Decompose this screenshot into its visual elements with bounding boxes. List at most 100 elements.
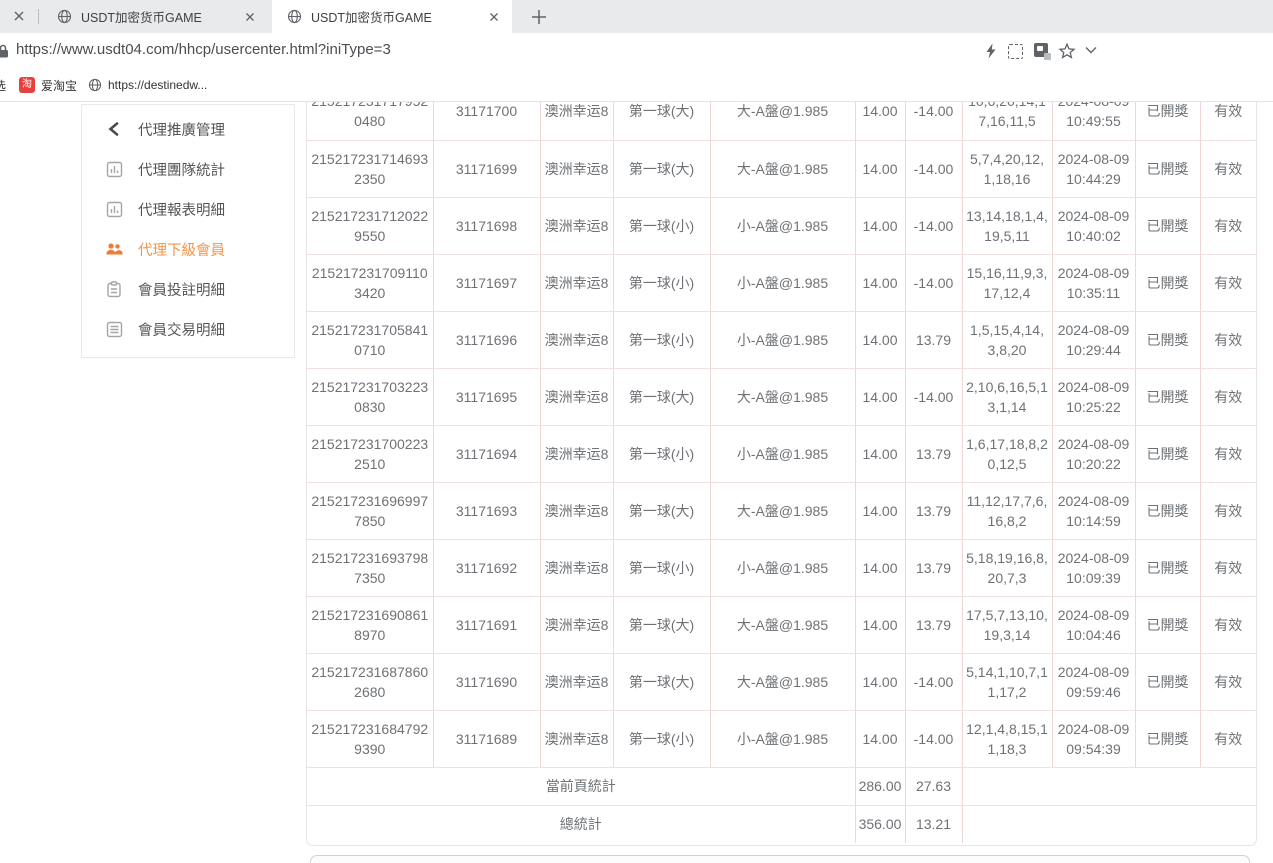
favorite-star-icon[interactable] bbox=[1058, 42, 1076, 60]
sidebar-item-transaction-detail[interactable]: 會員交易明細 bbox=[82, 309, 294, 349]
cell-result: 11,12,17,7,6,16,8,2 bbox=[962, 482, 1052, 539]
cell-winloss: 13.79 bbox=[905, 311, 962, 368]
cell-period: 31171695 bbox=[433, 368, 540, 425]
cell-result: 13,14,18,1,4,19,5,11 bbox=[962, 197, 1052, 254]
bookmark-label: 选 bbox=[0, 77, 6, 94]
tab-usdt-game-1[interactable]: USDT加密货币GAME bbox=[42, 0, 268, 33]
table-row: 215217231693798735031171692澳洲幸运8第一球(小)小-… bbox=[307, 539, 1256, 596]
cell-play: 第一球(小) bbox=[613, 425, 710, 482]
sidebar-item-bet-detail[interactable]: 會員投註明細 bbox=[82, 269, 294, 309]
cell-valid: 有效 bbox=[1200, 425, 1256, 482]
browser-window: USDT加密货币GAME USDT加密货币GAME https://www.us bbox=[0, 0, 1273, 863]
cell-time: 2024-08-09 10:29:44 bbox=[1052, 311, 1135, 368]
cell-bet: 大-A盤@1.985 bbox=[710, 140, 855, 197]
translate-icon[interactable] bbox=[1034, 43, 1048, 57]
cell-result: 15,16,11,9,3,17,12,4 bbox=[962, 254, 1052, 311]
cell-result: 1,5,15,4,14,3,8,20 bbox=[962, 311, 1052, 368]
cell-game: 澳洲幸运8 bbox=[540, 539, 613, 596]
list-icon bbox=[105, 320, 123, 338]
cell-order: 2152172316878602680 bbox=[307, 653, 433, 710]
cell-order: 2152172317091103420 bbox=[307, 254, 433, 311]
table-row: 215217231705841071031171696澳洲幸运8第一球(小)小-… bbox=[307, 311, 1256, 368]
cell-bet: 大-A盤@1.985 bbox=[710, 653, 855, 710]
cell-game: 澳洲幸运8 bbox=[540, 653, 613, 710]
cell-bet: 小-A盤@1.985 bbox=[710, 710, 855, 767]
cell-game: 澳洲幸运8 bbox=[540, 254, 613, 311]
cell-play: 第一球(大) bbox=[613, 596, 710, 653]
capture-icon[interactable] bbox=[1008, 44, 1023, 59]
bookmark-xuan[interactable]: 选 bbox=[0, 69, 6, 101]
cell-result: 12,1,4,8,15,11,18,3 bbox=[962, 710, 1052, 767]
cell-game: 澳洲幸运8 bbox=[540, 596, 613, 653]
sidebar-item-label: 會員交易明細 bbox=[138, 319, 225, 340]
cell-time: 2024-08-09 10:25:22 bbox=[1052, 368, 1135, 425]
cell-result: 5,18,19,16,8,20,7,3 bbox=[962, 539, 1052, 596]
close-tab-icon[interactable] bbox=[486, 9, 502, 25]
sidebar-item-label: 會員投註明細 bbox=[138, 279, 225, 300]
cell-amount: 14.00 bbox=[855, 425, 905, 482]
url-field[interactable]: https://www.usdt04.com/hhcp/usercenter.h… bbox=[16, 41, 391, 58]
cell-bet: 小-A盤@1.985 bbox=[710, 539, 855, 596]
summary-winloss: 27.63 bbox=[905, 767, 962, 805]
cell-time: 2024-08-09 09:54:39 bbox=[1052, 710, 1135, 767]
cell-bet: 大-A盤@1.985 bbox=[710, 368, 855, 425]
cell-order: 2152172317058410710 bbox=[307, 311, 433, 368]
cell-winloss: -14.00 bbox=[905, 102, 962, 140]
bookmark-destined[interactable]: https://destinedw... bbox=[88, 69, 207, 101]
bookmark-aitaobao[interactable]: 淘 爱淘宝 bbox=[19, 69, 77, 101]
globe-icon bbox=[287, 9, 302, 24]
cell-status: 已開獎 bbox=[1135, 539, 1200, 596]
cell-game: 澳洲幸运8 bbox=[540, 710, 613, 767]
cell-status: 已開獎 bbox=[1135, 254, 1200, 311]
chevron-down-icon[interactable] bbox=[1084, 45, 1102, 63]
cell-winloss: 13.79 bbox=[905, 425, 962, 482]
cell-amount: 14.00 bbox=[855, 710, 905, 767]
close-tab-icon[interactable] bbox=[10, 7, 28, 25]
bar-chart-icon bbox=[105, 200, 123, 218]
tab-usdt-game-2-active[interactable]: USDT加密货币GAME bbox=[272, 0, 512, 33]
lock-icon bbox=[0, 43, 10, 59]
cell-valid: 有效 bbox=[1200, 596, 1256, 653]
cell-order: 2152172316969977850 bbox=[307, 482, 433, 539]
cell-valid: 有效 bbox=[1200, 653, 1256, 710]
cell-result: 17,5,7,13,10,19,3,14 bbox=[962, 596, 1052, 653]
table-row: 215217231714693235031171699澳洲幸运8第一球(大)大-… bbox=[307, 140, 1256, 197]
cell-status: 已開獎 bbox=[1135, 140, 1200, 197]
taobao-icon: 淘 bbox=[19, 77, 35, 93]
users-icon bbox=[105, 240, 123, 258]
cell-period: 31171699 bbox=[433, 140, 540, 197]
cell-period: 31171696 bbox=[433, 311, 540, 368]
sidebar-item-agent-promotion[interactable]: 代理推廣管理 bbox=[82, 109, 294, 149]
cell-bet: 小-A盤@1.985 bbox=[710, 254, 855, 311]
pagination-bar bbox=[310, 855, 1250, 863]
cell-play: 第一球(大) bbox=[613, 140, 710, 197]
cell-play: 第一球(大) bbox=[613, 653, 710, 710]
sidebar-item-sub-members[interactable]: 代理下級會員 bbox=[82, 229, 294, 269]
cell-amount: 14.00 bbox=[855, 102, 905, 140]
cell-time: 2024-08-09 10:09:39 bbox=[1052, 539, 1135, 596]
cell-play: 第一球(大) bbox=[613, 368, 710, 425]
close-tab-icon[interactable] bbox=[242, 9, 258, 25]
cell-valid: 有效 bbox=[1200, 197, 1256, 254]
cell-winloss: -14.00 bbox=[905, 140, 962, 197]
cell-time: 2024-08-09 09:59:46 bbox=[1052, 653, 1135, 710]
cell-valid: 有效 bbox=[1200, 102, 1256, 140]
sidebar-item-report-detail[interactable]: 代理報表明細 bbox=[82, 189, 294, 229]
cell-status: 已開獎 bbox=[1135, 596, 1200, 653]
globe-icon bbox=[57, 9, 72, 24]
bookmark-label: 爱淘宝 bbox=[41, 77, 77, 94]
bet-records-table: 215217231717952048031171700澳洲幸运8第一球(大)大-… bbox=[307, 102, 1256, 843]
cell-period: 31171693 bbox=[433, 482, 540, 539]
cell-period: 31171691 bbox=[433, 596, 540, 653]
cell-order: 2152172316908618970 bbox=[307, 596, 433, 653]
flash-icon[interactable] bbox=[982, 42, 1000, 60]
summary-winloss: 13.21 bbox=[905, 805, 962, 843]
sidebar-item-team-stats[interactable]: 代理團隊統計 bbox=[82, 149, 294, 189]
new-tab-button[interactable] bbox=[528, 6, 550, 28]
cell-winloss: 13.79 bbox=[905, 539, 962, 596]
cell-game: 澳洲幸运8 bbox=[540, 425, 613, 482]
cell-amount: 14.00 bbox=[855, 596, 905, 653]
globe-icon bbox=[88, 78, 102, 92]
table-row: 215217231696997785031171693澳洲幸运8第一球(大)大-… bbox=[307, 482, 1256, 539]
cell-valid: 有效 bbox=[1200, 482, 1256, 539]
